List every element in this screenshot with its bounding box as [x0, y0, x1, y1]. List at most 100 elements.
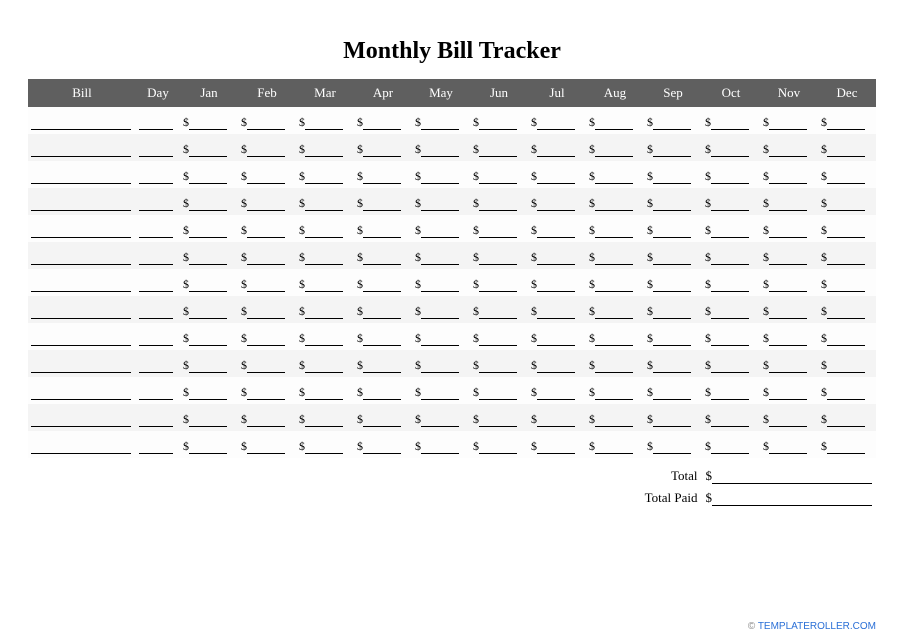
table-row: $$$$$$$$$$$$: [28, 323, 876, 350]
amount-blank: [247, 226, 285, 238]
amount-blank: [305, 361, 343, 373]
amount-blank: [711, 442, 749, 454]
bill-name-blank: [31, 442, 131, 454]
col-jan: Jan: [180, 79, 238, 107]
amount-blank: [421, 307, 459, 319]
amount-blank: [305, 415, 343, 427]
amount-blank: [189, 442, 227, 454]
day-blank: [139, 280, 173, 292]
amount-blank: [827, 253, 865, 265]
bill-name-blank: [31, 307, 131, 319]
amount-blank: [827, 388, 865, 400]
amount-blank: [305, 253, 343, 265]
amount-blank: [305, 334, 343, 346]
amount-blank: [421, 145, 459, 157]
amount-blank: [421, 199, 459, 211]
amount-blank: [653, 388, 691, 400]
amount-blank: [305, 226, 343, 238]
amount-blank: [363, 226, 401, 238]
amount-blank: [537, 118, 575, 130]
amount-blank: [421, 118, 459, 130]
amount-blank: [247, 442, 285, 454]
day-blank: [139, 145, 173, 157]
amount-blank: [537, 415, 575, 427]
totals-section: Total $ Total Paid $: [28, 468, 876, 506]
day-blank: [139, 442, 173, 454]
amount-blank: [363, 253, 401, 265]
amount-blank: [769, 361, 807, 373]
amount-blank: [827, 334, 865, 346]
table-row: $$$$$$$$$$$$: [28, 431, 876, 458]
amount-blank: [305, 199, 343, 211]
amount-blank: [247, 118, 285, 130]
amount-blank: [189, 145, 227, 157]
total-blank: [712, 470, 872, 484]
amount-blank: [595, 253, 633, 265]
col-dec: Dec: [818, 79, 876, 107]
amount-blank: [247, 307, 285, 319]
amount-blank: [827, 199, 865, 211]
amount-blank: [595, 118, 633, 130]
amount-blank: [363, 334, 401, 346]
amount-blank: [827, 145, 865, 157]
day-blank: [139, 388, 173, 400]
col-oct: Oct: [702, 79, 760, 107]
amount-blank: [711, 145, 749, 157]
amount-blank: [363, 118, 401, 130]
bill-name-blank: [31, 199, 131, 211]
amount-blank: [479, 226, 517, 238]
amount-blank: [769, 145, 807, 157]
amount-blank: [827, 442, 865, 454]
bill-name-blank: [31, 226, 131, 238]
amount-blank: [595, 388, 633, 400]
amount-blank: [595, 415, 633, 427]
amount-blank: [305, 307, 343, 319]
amount-blank: [189, 199, 227, 211]
day-blank: [139, 361, 173, 373]
amount-blank: [189, 334, 227, 346]
amount-blank: [363, 280, 401, 292]
bill-name-blank: [31, 253, 131, 265]
amount-blank: [711, 226, 749, 238]
table-row: $$$$$$$$$$$$: [28, 269, 876, 296]
amount-blank: [769, 172, 807, 184]
amount-blank: [305, 280, 343, 292]
amount-blank: [711, 118, 749, 130]
col-mar: Mar: [296, 79, 354, 107]
amount-blank: [479, 145, 517, 157]
amount-blank: [189, 118, 227, 130]
amount-blank: [595, 199, 633, 211]
bill-name-blank: [31, 172, 131, 184]
amount-blank: [189, 361, 227, 373]
col-jul: Jul: [528, 79, 586, 107]
amount-blank: [247, 388, 285, 400]
amount-blank: [479, 388, 517, 400]
day-blank: [139, 415, 173, 427]
day-blank: [139, 226, 173, 238]
total-label: Total: [671, 468, 698, 484]
table-row: $$$$$$$$$$$$: [28, 161, 876, 188]
table-row: $$$$$$$$$$$$: [28, 350, 876, 377]
col-nov: Nov: [760, 79, 818, 107]
col-jun: Jun: [470, 79, 528, 107]
table-row: $$$$$$$$$$$$: [28, 107, 876, 134]
amount-blank: [595, 442, 633, 454]
amount-blank: [653, 361, 691, 373]
amount-blank: [653, 145, 691, 157]
table-header-row: Bill Day Jan Feb Mar Apr May Jun Jul Aug…: [28, 79, 876, 107]
amount-blank: [827, 307, 865, 319]
col-may: May: [412, 79, 470, 107]
amount-blank: [595, 280, 633, 292]
amount-blank: [421, 361, 459, 373]
amount-blank: [537, 280, 575, 292]
page-title: Monthly Bill Tracker: [28, 38, 876, 65]
amount-blank: [653, 280, 691, 292]
amount-blank: [653, 118, 691, 130]
amount-blank: [247, 280, 285, 292]
amount-blank: [595, 361, 633, 373]
table-row: $$$$$$$$$$$$: [28, 377, 876, 404]
bill-name-blank: [31, 415, 131, 427]
col-feb: Feb: [238, 79, 296, 107]
day-blank: [139, 307, 173, 319]
amount-blank: [247, 199, 285, 211]
